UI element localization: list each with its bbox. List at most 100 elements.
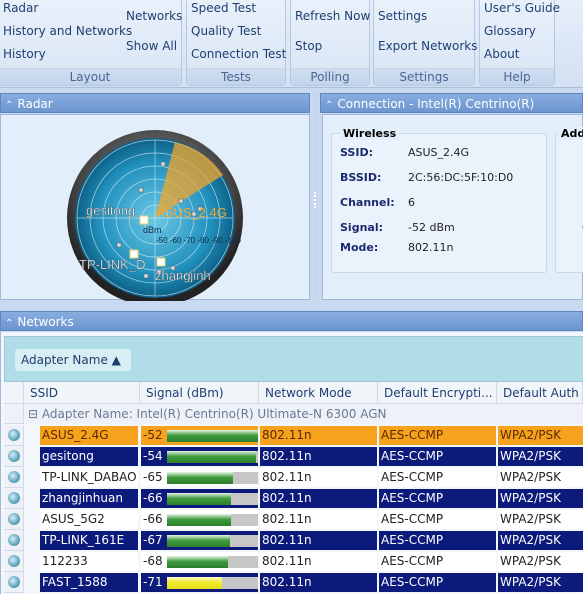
group-label-help: Help (480, 68, 554, 85)
collapse-chevron-icon[interactable]: ⌃ (5, 100, 13, 111)
cell-signal[interactable]: -68 (141, 552, 258, 571)
wifi-network-icon (8, 471, 20, 483)
channel-label: Channel: (340, 196, 395, 209)
group-by-adapter-chip[interactable]: Adapter Name ▲ (15, 349, 131, 371)
cell-enc[interactable]: AES-CCMP (379, 426, 496, 445)
cell-signal[interactable]: -66 (141, 510, 258, 529)
wifi-network-icon (8, 513, 20, 525)
row-indicator[interactable] (4, 467, 24, 488)
ssid-label: SSID: (340, 146, 373, 159)
cell-auth[interactable]: WPA2/PSK (498, 426, 583, 445)
row-indicator[interactable] (4, 446, 24, 467)
cell-enc[interactable]: AES-CCMP (379, 468, 496, 487)
cell-enc[interactable]: AES-CCMP (379, 573, 496, 592)
cell-auth[interactable]: WPA2/PSK (498, 552, 583, 571)
layout-networks-button[interactable]: Networks (126, 9, 182, 23)
cell-enc[interactable]: AES-CCMP (379, 447, 496, 466)
settings-button[interactable]: Settings (378, 9, 427, 23)
cell-ssid[interactable]: ASUS_2.4G (40, 426, 138, 445)
cell-enc[interactable]: AES-CCMP (379, 489, 496, 508)
cell-signal[interactable]: -66 (141, 489, 258, 508)
ssid-text: ASUS_2.4G (42, 428, 109, 442)
cell-mode[interactable]: 802.11n (260, 426, 377, 445)
connection-test-button[interactable]: Connection Test (191, 47, 286, 61)
additional-fieldset: Add I I I C E (555, 127, 583, 273)
column-header-auth[interactable]: Default Auth (497, 382, 583, 404)
cell-mode[interactable]: 802.11n (260, 510, 377, 529)
row-indicator[interactable] (4, 509, 24, 530)
cell-auth[interactable]: WPA2/PSK (498, 510, 583, 529)
cell-enc[interactable]: AES-CCMP (379, 552, 496, 571)
cell-mode[interactable]: 802.11n (260, 489, 377, 508)
bssid-label: BSSID: (340, 171, 382, 184)
cell-enc[interactable]: AES-CCMP (379, 531, 496, 550)
refresh-now-button[interactable]: Refresh Now (295, 9, 370, 23)
cell-signal[interactable]: -71 (141, 573, 258, 592)
cell-enc[interactable]: AES-CCMP (379, 510, 496, 529)
cell-signal[interactable]: -65 (141, 468, 258, 487)
speed-test-button[interactable]: Speed Test (191, 1, 256, 15)
cell-mode[interactable]: 802.11n (260, 468, 377, 487)
quality-test-button[interactable]: Quality Test (191, 24, 261, 38)
row-indicator[interactable] (4, 530, 24, 551)
column-header-mode[interactable]: Network Mode (259, 382, 378, 404)
cell-auth[interactable]: WPA2/PSK (498, 573, 583, 592)
radar-panel-header[interactable]: ⌃ Radar (0, 93, 310, 113)
cell-auth[interactable]: WPA2/PSK (498, 447, 583, 466)
ribbon-group-tests: Speed Test Quality Test Connection Test … (186, 0, 286, 86)
cell-auth[interactable]: WPA2/PSK (498, 489, 583, 508)
channel-value: 6 (408, 196, 415, 209)
row-indicator[interactable] (4, 572, 24, 593)
cell-ssid[interactable]: zhangjinhuan (40, 489, 138, 508)
signal-value: -52 dBm (408, 221, 455, 234)
stop-button[interactable]: Stop (295, 39, 322, 53)
cell-mode[interactable]: 802.11n (260, 552, 377, 571)
cell-ssid[interactable]: FAST_1588 (40, 573, 138, 592)
networks-panel-header[interactable]: ⌃ Networks (0, 311, 583, 331)
row-indicator[interactable] (4, 425, 24, 446)
layout-show-all-button[interactable]: Show All (126, 39, 177, 53)
cell-auth[interactable]: WPA2/PSK (498, 468, 583, 487)
auth-text: WPA2/PSK (500, 449, 561, 463)
ribbon-group-settings: Settings Export Networks Settings (373, 0, 477, 86)
cell-ssid[interactable]: ASUS_5G2 (40, 510, 138, 529)
enc-text: AES-CCMP (381, 491, 444, 505)
layout-history-button[interactable]: History (3, 47, 46, 61)
export-networks-button[interactable]: Export Networks (378, 39, 477, 53)
cell-mode[interactable]: 802.11n (260, 447, 377, 466)
mode-label: Mode: (340, 241, 379, 254)
signal-bar-fill (167, 514, 232, 526)
cell-mode[interactable]: 802.11n (260, 531, 377, 550)
cell-ssid[interactable]: gesitong (40, 447, 138, 466)
signal-bar (167, 556, 258, 568)
about-button[interactable]: About (484, 47, 519, 61)
row-indicator[interactable] (4, 488, 24, 509)
cell-mode[interactable]: 802.11n (260, 573, 377, 592)
layout-history-networks-button[interactable]: History and Networks (3, 24, 132, 38)
cell-signal[interactable]: -67 (141, 531, 258, 550)
column-header-encryption[interactable]: Default Encrypti... (378, 382, 497, 404)
adapter-group-row[interactable]: ⊟ Adapter Name: Intel(R) Centrino(R) Ult… (24, 404, 583, 424)
cell-ssid[interactable]: TP-LINK_DABAO (40, 468, 138, 487)
radar-panel: gesitong ASUS_2.4G TP-LINK_D zhangjinh d… (0, 114, 310, 306)
glossary-button[interactable]: Glossary (484, 24, 536, 38)
cell-ssid[interactable]: 112233 (40, 552, 138, 571)
layout-radar-button[interactable]: Radar (3, 1, 38, 15)
row-indicator[interactable] (4, 551, 24, 572)
group-label-layout: Layout (0, 68, 181, 85)
users-guide-button[interactable]: User's Guide (484, 1, 560, 15)
column-header-ssid[interactable]: SSID (24, 382, 140, 404)
cell-signal[interactable]: -54 (141, 447, 258, 466)
ribbon: Radar History and Networks History Netwo… (0, 0, 583, 88)
cell-auth[interactable]: WPA2/PSK (498, 531, 583, 550)
cell-signal[interactable]: -52 (141, 426, 258, 445)
mode-text: 802.11n (262, 512, 312, 526)
cell-ssid[interactable]: TP-LINK_161E (40, 531, 138, 550)
collapse-chevron-icon[interactable]: ⌃ (325, 100, 333, 111)
column-header-signal[interactable]: Signal (dBm) (140, 382, 259, 404)
row-indicator-header (4, 382, 24, 404)
wifi-network-icon (8, 492, 20, 504)
collapse-chevron-icon[interactable]: ⌃ (5, 318, 13, 329)
connection-panel-header[interactable]: ⌃Connection - Intel(R) Centrino(R) Ultim… (320, 93, 583, 133)
vertical-splitter[interactable] (313, 92, 319, 302)
